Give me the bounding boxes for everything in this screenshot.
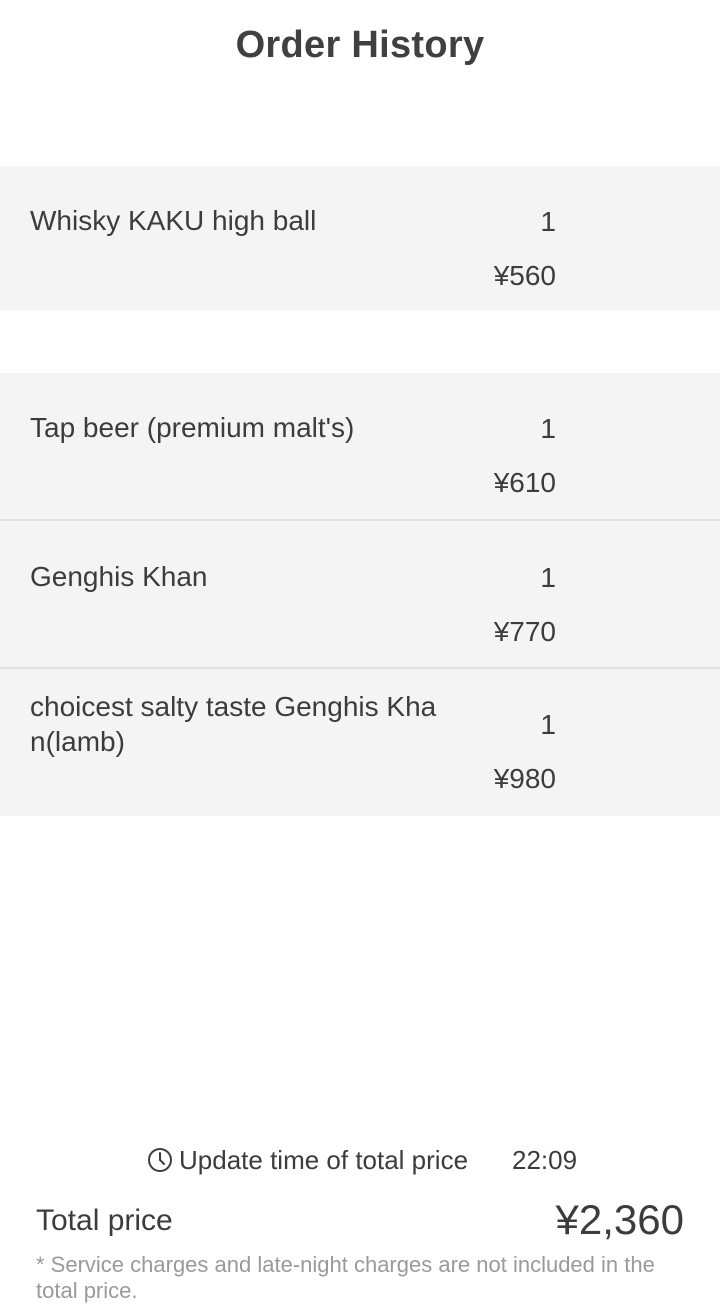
order-item[interactable]: choicest salty taste Genghis Khan(lamb) … — [0, 669, 720, 816]
order-group-2: Tap beer (premium malt's) 1 ¥610 Genghis… — [0, 373, 720, 816]
item-quantity: 1 — [540, 413, 556, 444]
order-item[interactable]: Tap beer (premium malt's) 1 ¥610 — [0, 373, 720, 521]
update-time-value: 22:09 — [512, 1145, 578, 1175]
item-quantity: 1 — [540, 562, 556, 593]
item-price: ¥770 — [493, 616, 556, 647]
item-name: Tap beer (premium malt's) — [30, 412, 355, 443]
item-price: ¥610 — [493, 467, 556, 498]
item-name: Whisky KAKU high ball — [30, 205, 317, 236]
update-time-row: Update time of total price — [147, 1144, 468, 1176]
item-quantity: 1 — [540, 709, 556, 740]
item-name: Genghis Khan — [30, 561, 208, 592]
charges-note: * Service charges and late-night charges… — [36, 1252, 655, 1303]
order-group-1: Whisky KAKU high ball 1 ¥560 — [0, 166, 720, 310]
item-price: ¥980 — [493, 763, 556, 794]
clock-icon — [147, 1147, 173, 1173]
total-price-label: Total price — [36, 1204, 173, 1237]
item-price: ¥560 — [493, 260, 556, 291]
item-quantity: 1 — [540, 206, 556, 237]
order-item[interactable]: Genghis Khan 1 ¥770 — [0, 521, 720, 669]
order-item[interactable]: Whisky KAKU high ball 1 ¥560 — [0, 166, 720, 310]
page-title: Order History — [235, 24, 485, 66]
update-time-label: Update time of total price — [179, 1144, 469, 1175]
item-name: choicest salty taste Genghis Khan(lamb) — [30, 691, 437, 757]
total-price-value: ¥2,360 — [555, 1196, 684, 1243]
